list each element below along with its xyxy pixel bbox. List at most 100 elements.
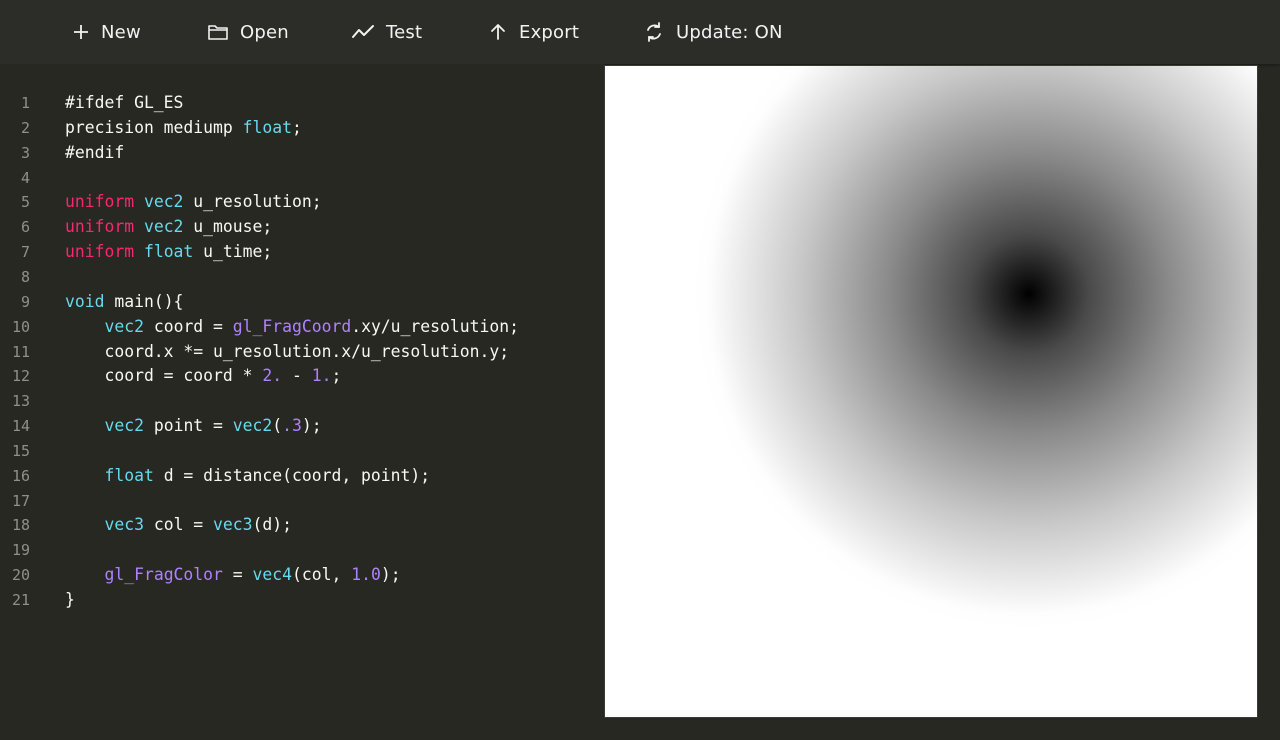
- code-line[interactable]: 16 float d = distance(coord, point);: [0, 464, 604, 489]
- code-line[interactable]: 12 coord = coord * 2. - 1.;: [0, 364, 604, 389]
- code-token: );: [301, 416, 322, 436]
- code-token: #endif: [65, 142, 125, 162]
- code-line[interactable]: 14 vec2 point = vec2(.3);: [0, 414, 604, 439]
- code-token: vec2: [232, 416, 273, 436]
- code-line[interactable]: 15: [0, 439, 604, 464]
- update-label: Update: ON: [676, 21, 783, 43]
- code-token: float: [242, 117, 292, 137]
- new-label: New: [101, 21, 141, 43]
- code-token: .xy/u_resolution;: [351, 316, 519, 336]
- code-token: vec3: [213, 515, 253, 535]
- code-line[interactable]: 7 uniform float u_time;: [0, 240, 604, 265]
- code-line[interactable]: 1 #ifdef GL_ES: [0, 91, 604, 116]
- refresh-icon: [643, 21, 665, 43]
- code-line[interactable]: 20 gl_FragColor = vec4(col, 1.0);: [0, 563, 604, 588]
- code-token: (col,: [292, 565, 352, 585]
- line-number: 17: [11, 491, 30, 510]
- code-line[interactable]: 4: [0, 166, 604, 191]
- code-token: void: [65, 291, 105, 311]
- code-text: uniform vec2 u_resolution;: [65, 190, 322, 215]
- line-number: 20: [11, 566, 30, 585]
- code-token: );: [380, 565, 401, 585]
- code-token: vec2: [104, 316, 144, 336]
- toolbar: New Open Test Export Update: ON: [0, 0, 1280, 64]
- code-line[interactable]: 2 precision mediump float;: [0, 116, 604, 141]
- code-token: -: [282, 366, 312, 386]
- code-line[interactable]: 6 uniform vec2 u_mouse;: [0, 215, 604, 240]
- line-number: 1: [20, 94, 30, 112]
- code-token: u_resolution;: [183, 192, 322, 212]
- code-line[interactable]: 3 #endif: [0, 141, 604, 166]
- new-button[interactable]: New: [72, 0, 141, 64]
- code-line[interactable]: 17: [0, 489, 604, 514]
- line-number: 10: [11, 317, 30, 336]
- code-text: void main(){: [65, 290, 183, 315]
- chart-line-icon: [351, 23, 375, 41]
- code-token: .3: [282, 416, 302, 436]
- folder-icon: [207, 23, 229, 41]
- code-line[interactable]: 13: [0, 389, 604, 414]
- code-text: coord = coord * 2. - 1.;: [65, 364, 341, 389]
- arrow-up-icon: [488, 22, 508, 42]
- code-token: col =: [143, 515, 214, 535]
- code-text: uniform vec2 u_mouse;: [65, 215, 272, 240]
- code-text: coord.x *= u_resolution.x/u_resolution.y…: [65, 340, 509, 365]
- code-text: #ifdef GL_ES: [65, 91, 183, 116]
- code-token: coord = coord *: [65, 366, 263, 386]
- test-label: Test: [386, 21, 423, 43]
- code-line[interactable]: 8: [0, 265, 604, 290]
- code-token: uniform: [65, 217, 135, 237]
- code-token: gl_FragCoord: [232, 316, 352, 336]
- code-line[interactable]: 10 vec2 coord = gl_FragCoord.xy/u_resolu…: [0, 315, 604, 340]
- export-button[interactable]: Export: [488, 0, 579, 64]
- open-label: Open: [240, 21, 289, 43]
- code-token: uniform: [65, 192, 135, 212]
- code-text: vec3 col = vec3(d);: [65, 513, 292, 538]
- code-token: precision mediump: [65, 117, 243, 137]
- code-line[interactable]: 18 vec3 col = vec3(d);: [0, 513, 604, 538]
- shader-preview-canvas[interactable]: [604, 65, 1258, 718]
- code-token: (d);: [252, 515, 293, 535]
- code-token: float: [143, 242, 194, 262]
- code-line[interactable]: 19: [0, 538, 604, 563]
- code-text: vec2 point = vec2(.3);: [65, 414, 322, 439]
- line-number: 7: [20, 243, 30, 262]
- code-text: precision mediump float;: [65, 116, 302, 141]
- code-token: =: [222, 565, 253, 585]
- code-line[interactable]: 9 void main(){: [0, 290, 604, 315]
- code-token: vec2: [104, 416, 144, 436]
- code-token: u_mouse;: [183, 217, 273, 237]
- code-text: #endif: [65, 141, 124, 166]
- code-token: coord.x *= u_resolution.x/u_resolution.y…: [65, 341, 510, 361]
- line-number: 15: [11, 441, 30, 460]
- code-editor[interactable]: 1 #ifdef GL_ES 2 precision mediump float; 3 #…: [0, 64, 604, 740]
- code-text: }: [65, 588, 75, 613]
- open-button[interactable]: Open: [207, 0, 289, 64]
- code-line[interactable]: 5 uniform vec2 u_resolution;: [0, 190, 604, 215]
- code-line[interactable]: 11 coord.x *= u_resolution.x/u_resolutio…: [0, 340, 604, 365]
- line-number: 14: [11, 417, 30, 436]
- code-token: vec2: [143, 217, 184, 237]
- code-token: coord =: [143, 316, 233, 336]
- code-token: 1.0: [351, 565, 381, 585]
- code-token: uniform: [65, 242, 135, 262]
- code-token: 2.: [262, 366, 283, 386]
- code-text: gl_FragColor = vec4(col, 1.0);: [65, 563, 401, 588]
- test-button[interactable]: Test: [351, 0, 422, 64]
- code-token: float: [104, 465, 154, 485]
- line-number: 3: [20, 143, 30, 162]
- code-text: vec2 coord = gl_FragCoord.xy/u_resolutio…: [65, 315, 519, 340]
- code-token: ;: [291, 117, 302, 137]
- update-toggle[interactable]: Update: ON: [643, 0, 783, 64]
- line-number: 16: [11, 466, 30, 485]
- code-line[interactable]: 21}: [0, 588, 604, 613]
- line-number: 9: [20, 292, 30, 311]
- line-number: 2: [20, 118, 30, 137]
- code-token: #ifdef GL_ES: [65, 93, 184, 112]
